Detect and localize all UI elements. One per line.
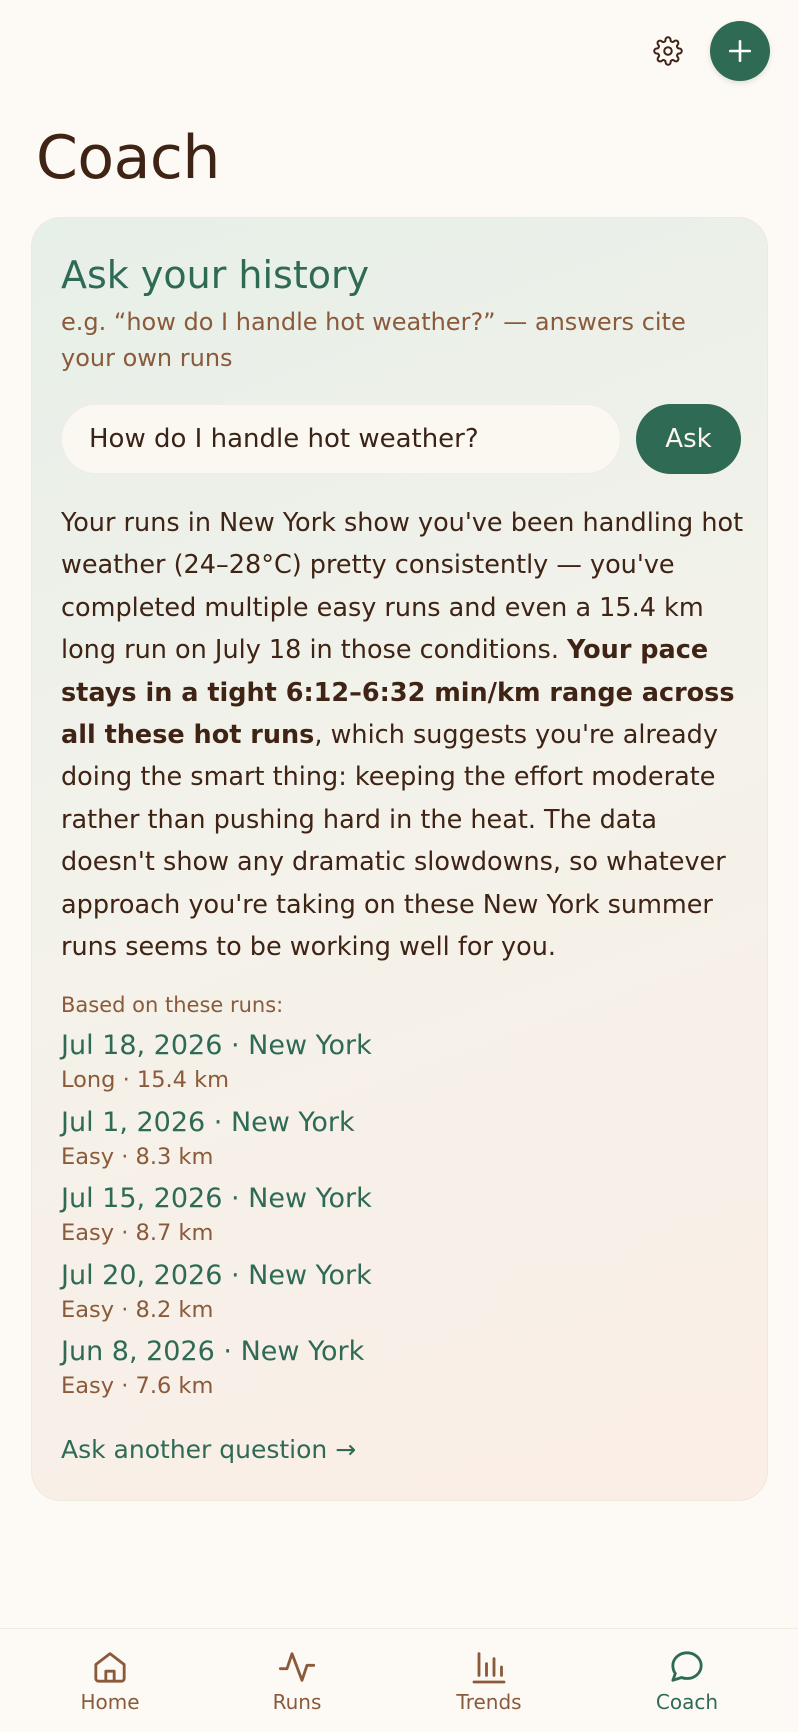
- ask-another-question-link[interactable]: Ask another question →: [61, 1432, 356, 1468]
- nav-label: Coach: [655, 1690, 719, 1714]
- answer-text: Your runs in New York show you've been h…: [61, 502, 751, 968]
- run-title: Jul 20, 2026 · New York: [61, 1259, 372, 1291]
- top-bar: [0, 0, 798, 100]
- run-link[interactable]: Jun 8, 2026 · New York Easy · 7.6 km: [61, 1334, 661, 1411]
- card-title: Ask your history: [61, 253, 370, 297]
- run-link[interactable]: Jul 20, 2026 · New York Easy · 8.2 km: [61, 1258, 661, 1335]
- nav-item-trends[interactable]: Trends: [419, 1629, 559, 1732]
- nav-label: Home: [80, 1690, 140, 1714]
- gear-icon: [653, 36, 683, 66]
- run-title: Jul 18, 2026 · New York: [61, 1030, 372, 1061]
- run-meta: Long · 15.4 km: [61, 1067, 230, 1093]
- settings-button[interactable]: [648, 27, 688, 75]
- nav-label: Trends: [456, 1690, 522, 1714]
- nav-item-coach[interactable]: Coach: [617, 1629, 757, 1732]
- nav-item-runs[interactable]: Runs: [227, 1629, 367, 1732]
- run-title: Jul 1, 2026 · New York: [61, 1106, 355, 1138]
- ask-button[interactable]: Ask: [636, 404, 741, 474]
- nav-label: Runs: [272, 1690, 322, 1714]
- bar-chart-icon: [472, 1652, 506, 1684]
- page-title: Coach: [36, 123, 220, 193]
- activity-icon: [278, 1652, 316, 1682]
- run-link[interactable]: Jul 15, 2026 · New York Easy · 8.7 km: [61, 1181, 661, 1258]
- ask-history-card: Ask your history e.g. “how do I handle h…: [31, 217, 768, 1501]
- run-meta: Easy · 8.7 km: [61, 1220, 214, 1246]
- run-meta: Easy · 7.6 km: [61, 1373, 214, 1399]
- plus-icon: [728, 39, 752, 63]
- chat-bubble-icon: [671, 1651, 703, 1682]
- run-link[interactable]: Jul 18, 2026 · New York Long · 15.4 km: [61, 1028, 661, 1105]
- cited-runs-list: Jul 18, 2026 · New York Long · 15.4 km J…: [61, 1028, 661, 1411]
- run-title: Jul 15, 2026 · New York: [61, 1183, 372, 1214]
- answer-part-2: , which suggests you're already doing th…: [61, 720, 726, 963]
- run-meta: Easy · 8.2 km: [61, 1296, 214, 1323]
- run-title: Jun 8, 2026 · New York: [61, 1336, 365, 1367]
- question-input[interactable]: [61, 404, 621, 474]
- bottom-nav: Home Runs Trends Coach: [0, 1628, 798, 1732]
- home-icon: [94, 1652, 126, 1683]
- nav-item-home[interactable]: Home: [40, 1629, 180, 1732]
- based-on-label: Based on these runs:: [61, 993, 284, 1017]
- add-run-button[interactable]: [710, 21, 770, 81]
- card-subtitle: e.g. “how do I handle hot weather?” — an…: [61, 308, 686, 372]
- run-meta: Easy · 8.3 km: [61, 1143, 214, 1170]
- run-link[interactable]: Jul 1, 2026 · New York Easy · 8.3 km: [61, 1105, 661, 1182]
